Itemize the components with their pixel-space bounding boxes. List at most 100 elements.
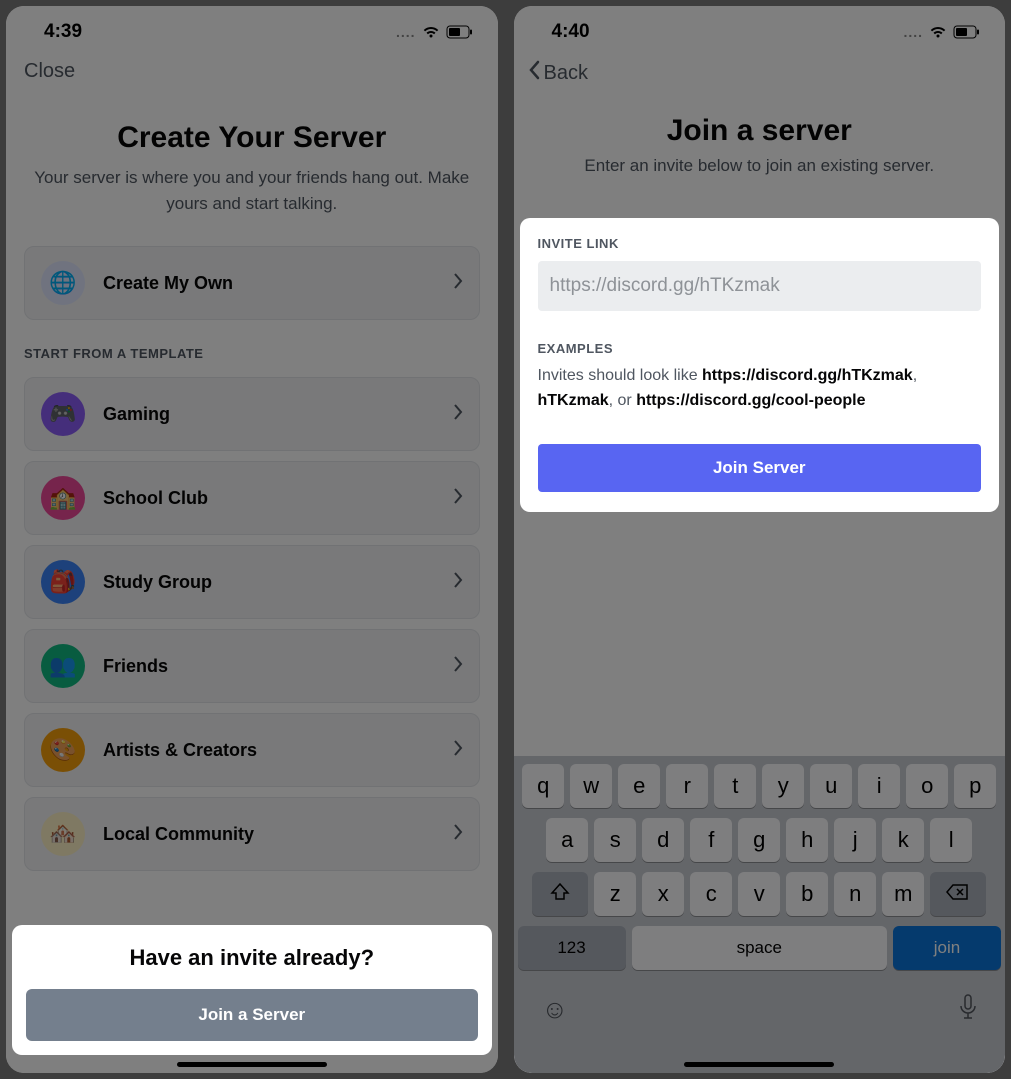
example-1: https://discord.gg/hTKzmak: [702, 367, 913, 384]
key-a[interactable]: a: [546, 818, 588, 862]
key-w[interactable]: w: [570, 764, 612, 808]
template-local-community[interactable]: 🏘️ Local Community: [24, 797, 480, 871]
key-z[interactable]: z: [594, 872, 636, 916]
key-g[interactable]: g: [738, 818, 780, 862]
emoji-icon[interactable]: ☺: [542, 994, 569, 1027]
key-f[interactable]: f: [690, 818, 732, 862]
create-my-own-label: Create My Own: [103, 273, 436, 294]
space-key[interactable]: space: [632, 926, 888, 970]
school-icon: 🏫: [41, 476, 85, 520]
home-indicator: [684, 1062, 834, 1067]
keyboard: q w e r t y u i o p a s d f g h j k l z …: [514, 756, 1006, 1073]
chevron-right-icon: [454, 740, 463, 761]
invite-sheet: Have an invite already? Join a Server: [12, 925, 492, 1055]
join-server-button[interactable]: Join Server: [538, 444, 982, 492]
artists-icon: 🎨: [41, 728, 85, 772]
home-indicator: [177, 1062, 327, 1067]
invite-card: INVITE LINK EXAMPLES Invites should look…: [520, 218, 1000, 512]
examples-text: Invites should look like https://discord…: [538, 364, 982, 414]
community-icon: 🏘️: [41, 812, 85, 856]
key-x[interactable]: x: [642, 872, 684, 916]
chevron-right-icon: [454, 824, 463, 845]
key-h[interactable]: h: [786, 818, 828, 862]
key-e[interactable]: e: [618, 764, 660, 808]
backspace-icon: [946, 881, 970, 907]
key-m[interactable]: m: [882, 872, 924, 916]
page-title: Create Your Server: [24, 121, 480, 155]
key-v[interactable]: v: [738, 872, 780, 916]
key-y[interactable]: y: [762, 764, 804, 808]
key-l[interactable]: l: [930, 818, 972, 862]
chevron-right-icon: [454, 488, 463, 509]
key-p[interactable]: p: [954, 764, 996, 808]
page-title: Join a server: [514, 114, 1006, 148]
numbers-key[interactable]: 123: [518, 926, 626, 970]
template-study-group[interactable]: 🎒 Study Group: [24, 545, 480, 619]
create-my-own-option[interactable]: 🌐 Create My Own: [24, 246, 480, 320]
template-gaming[interactable]: 🎮 Gaming: [24, 377, 480, 451]
page-subtitle: Your server is where you and your friend…: [24, 165, 480, 216]
cellular-dots-icon: ....: [396, 24, 416, 40]
chevron-right-icon: [454, 656, 463, 677]
key-u[interactable]: u: [810, 764, 852, 808]
examples-label: EXAMPLES: [538, 341, 982, 356]
study-icon: 🎒: [41, 560, 85, 604]
battery-icon: [446, 25, 474, 39]
key-b[interactable]: b: [786, 872, 828, 916]
template-label: Local Community: [103, 824, 436, 845]
status-bar: 4:39 ....: [6, 6, 498, 50]
status-time: 4:40: [552, 21, 590, 43]
chevron-right-icon: [454, 572, 463, 593]
back-button[interactable]: Back: [514, 50, 1006, 96]
status-time: 4:39: [44, 21, 82, 43]
page-subtitle: Enter an invite below to join an existin…: [514, 156, 1006, 176]
template-label: Artists & Creators: [103, 740, 436, 761]
template-label: Friends: [103, 656, 436, 677]
key-s[interactable]: s: [594, 818, 636, 862]
key-i[interactable]: i: [858, 764, 900, 808]
backspace-key[interactable]: [930, 872, 986, 916]
example-2: hTKzmak: [538, 392, 609, 409]
key-c[interactable]: c: [690, 872, 732, 916]
key-q[interactable]: q: [522, 764, 564, 808]
key-k[interactable]: k: [882, 818, 924, 862]
template-label: School Club: [103, 488, 436, 509]
join-key[interactable]: join: [893, 926, 1001, 970]
mic-icon[interactable]: [959, 994, 977, 1027]
wifi-icon: [929, 25, 947, 39]
globe-icon: 🌐: [41, 261, 85, 305]
invite-link-input[interactable]: [538, 261, 982, 311]
key-j[interactable]: j: [834, 818, 876, 862]
key-o[interactable]: o: [906, 764, 948, 808]
battery-icon: [953, 25, 981, 39]
friends-icon: 👥: [41, 644, 85, 688]
key-r[interactable]: r: [666, 764, 708, 808]
gaming-icon: 🎮: [41, 392, 85, 436]
wifi-icon: [422, 25, 440, 39]
template-friends[interactable]: 👥 Friends: [24, 629, 480, 703]
key-d[interactable]: d: [642, 818, 684, 862]
join-server-button[interactable]: Join a Server: [26, 989, 478, 1041]
key-t[interactable]: t: [714, 764, 756, 808]
status-bar: 4:40 ....: [514, 6, 1006, 50]
chevron-right-icon: [454, 273, 463, 294]
examples-sep: , or: [609, 392, 637, 409]
invite-prompt: Have an invite already?: [26, 945, 478, 971]
template-section-header: START FROM A TEMPLATE: [24, 346, 480, 361]
key-n[interactable]: n: [834, 872, 876, 916]
template-school-club[interactable]: 🏫 School Club: [24, 461, 480, 535]
example-3: https://discord.gg/cool-people: [636, 392, 865, 409]
shift-key[interactable]: [532, 872, 588, 916]
cellular-dots-icon: ....: [903, 24, 923, 40]
examples-prefix: Invites should look like: [538, 367, 703, 384]
back-label: Back: [544, 62, 588, 85]
template-label: Study Group: [103, 572, 436, 593]
chevron-left-icon: [528, 60, 540, 86]
chevron-right-icon: [454, 404, 463, 425]
template-label: Gaming: [103, 404, 436, 425]
shift-icon: [550, 881, 570, 907]
examples-sep: ,: [913, 367, 917, 384]
invite-link-label: INVITE LINK: [538, 236, 982, 251]
close-button[interactable]: Close: [6, 50, 498, 93]
template-artists[interactable]: 🎨 Artists & Creators: [24, 713, 480, 787]
